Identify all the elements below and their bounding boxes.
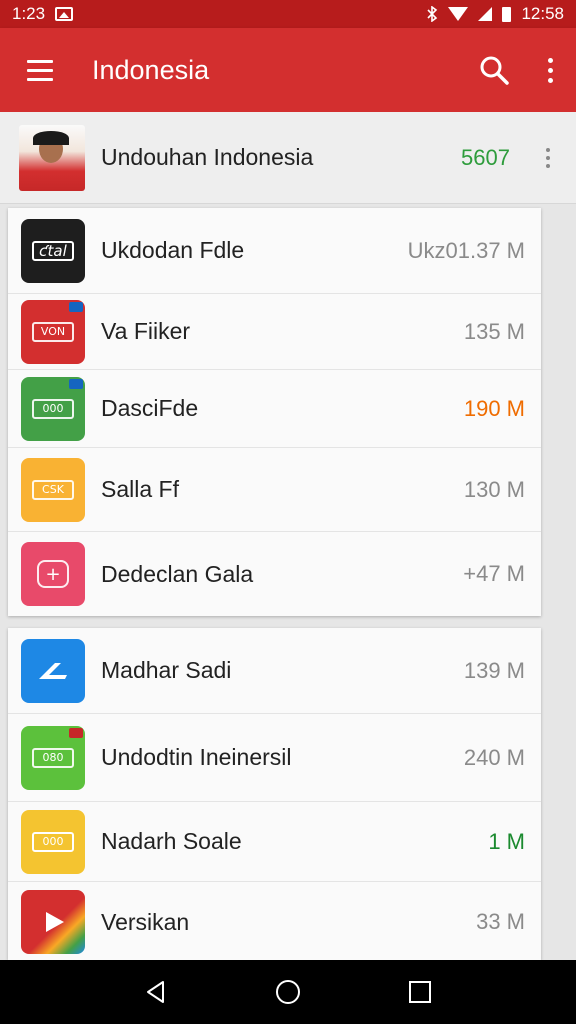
list-item-size: 130 M (463, 476, 525, 502)
list-item[interactable]: Madhar Sadi 139 M (8, 628, 541, 714)
list-item-size: 139 M (463, 657, 525, 683)
signal-icon (478, 7, 493, 21)
list-item[interactable]: 000 Nadarh Soale 1 M (8, 802, 541, 882)
list-item-size: 1 M (488, 828, 525, 854)
list-item[interactable]: + Dedeclan Gala +47 M (8, 532, 541, 616)
account-name: Undouhan Indonesia (101, 144, 314, 170)
recents-icon[interactable] (400, 972, 440, 1012)
list-item-name: Dedeclan Gala (101, 560, 254, 587)
flight-icon (21, 638, 85, 703)
ticket-icon: 000 (21, 376, 85, 441)
status-bar: 1:23 12:58 (0, 0, 576, 28)
system-nav-bar (0, 960, 576, 1024)
ticket-icon: 000 (21, 809, 85, 874)
ticket-icon: CSK (21, 457, 85, 522)
gift-icon: + (21, 542, 85, 606)
list-item-size: 33 M (476, 909, 525, 934)
overflow-menu-icon[interactable] (524, 28, 576, 112)
bluetooth-icon (427, 6, 438, 22)
avatar (19, 124, 85, 191)
back-icon[interactable] (136, 972, 176, 1012)
list-item-name: Versikan (101, 908, 190, 935)
list-item-name: DasciFde (101, 395, 199, 421)
list-item-size: 190 M (463, 395, 525, 421)
list-item-size: Ukz01.37 M (407, 237, 525, 263)
list-item-name: Madhar Sadi (101, 657, 232, 683)
list-item[interactable]: Versikan 33 M (8, 882, 541, 960)
download-list-card: ƈtal Ukdodan Fdle Ukz01.37 M VON Va Fiik… (8, 208, 541, 616)
page-title: Indonesia (92, 54, 210, 85)
app-bar: Indonesia (0, 28, 576, 112)
wifi-icon (448, 7, 469, 21)
status-clock: 12:58 (521, 4, 564, 23)
status-time: 1:23 (12, 4, 46, 23)
list-item-name: Ukdodan Fdle (101, 237, 245, 263)
list-item-size: 240 M (463, 744, 525, 770)
search-icon[interactable] (464, 28, 524, 112)
list-item-size: 135 M (463, 318, 525, 344)
list-item-name: Undodtin Ineinersil (101, 744, 292, 770)
list-item[interactable]: 080 Undodtin Ineinersil 240 M (8, 714, 541, 802)
video-play-icon (21, 890, 85, 954)
account-header[interactable]: Undouhan Indonesia 5607 (0, 112, 576, 204)
download-count: 5607 (461, 144, 510, 170)
list-item[interactable]: CSK Salla Ff 130 M (8, 448, 541, 532)
battery-icon (502, 6, 512, 22)
list-item-size: +47 M (463, 561, 525, 586)
ticket-icon: 080 (21, 725, 85, 790)
list-item[interactable]: 000 DasciFde 190 M (8, 370, 541, 448)
ticket-icon: VON (21, 299, 85, 364)
list-item-name: Va Fiiker (101, 318, 191, 344)
header-more-icon[interactable] (530, 147, 566, 168)
list-item[interactable]: VON Va Fiiker 135 M (8, 294, 541, 370)
list-item-name: Nadarh Soale (101, 828, 242, 854)
image-icon (55, 7, 74, 21)
download-list-card: Madhar Sadi 139 M 080 Undodtin Ineinersi… (8, 628, 541, 960)
list-item[interactable]: ƈtal Ukdodan Fdle Ukz01.37 M (8, 208, 541, 294)
menu-icon[interactable] (0, 28, 80, 112)
home-icon[interactable] (268, 972, 308, 1012)
list-item-name: Salla Ff (101, 476, 179, 502)
play-film-icon: ƈtal (21, 218, 85, 283)
